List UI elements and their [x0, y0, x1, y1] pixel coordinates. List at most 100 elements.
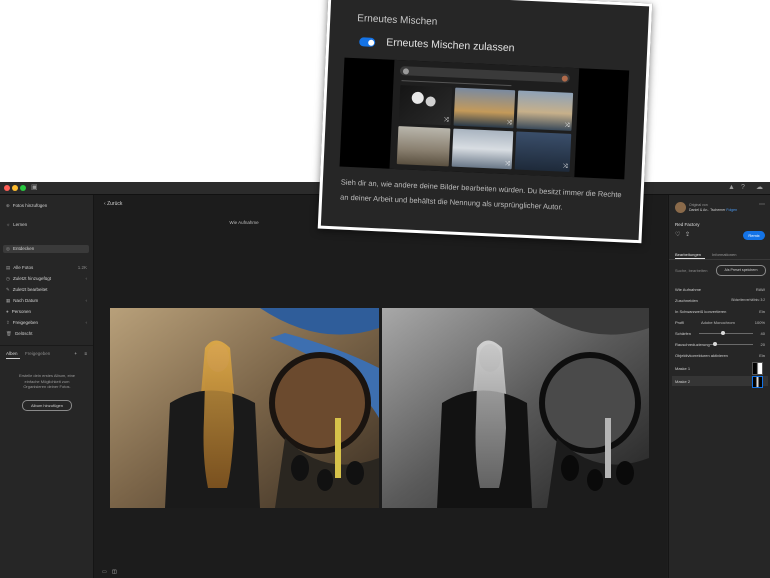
sidebar-item-shared[interactable]: ⇪ Freigegeben: [6, 320, 38, 326]
add-photos-button[interactable]: ⊕ Fotos hinzufügen: [6, 203, 47, 209]
preview-search-icon: [402, 67, 410, 75]
edit-row-value: Ein: [759, 353, 765, 358]
search-input[interactable]: Suche, bearbeiten: [675, 268, 707, 273]
edit-row-value: RAW: [755, 287, 765, 292]
albums-empty-text: Erstelle dein erstes Album, eine einfach…: [18, 373, 76, 389]
sidebar-item-learn[interactable]: ☼ Lernen: [6, 222, 27, 227]
preview-avatar: [561, 74, 568, 82]
tab-info[interactable]: Informationen: [712, 252, 736, 257]
profile-amount: 100%: [754, 320, 765, 325]
sidebar-item-by-date[interactable]: ▦ Nach Datum: [6, 298, 38, 304]
save-preset-button[interactable]: Als Preset speichern: [716, 265, 766, 276]
popup-description: Sieh dir an, wie andere deine Bilder bea…: [339, 177, 622, 212]
app-window: ▣ ▲ ? ☁ ⊕ Fotos hinzufügen ☼ Lernen ◎ Entde…: [0, 182, 770, 578]
sort-icon[interactable]: ≡: [84, 351, 87, 356]
help-icon[interactable]: ?: [741, 184, 745, 192]
add-album-icon[interactable]: +: [74, 351, 77, 356]
edit-row-value: Ein: [759, 309, 765, 314]
edit-row-value: Adobe Monochrom: [701, 320, 735, 325]
all-photos-count: 1.2K: [77, 265, 87, 270]
maximize-window-button[interactable]: [20, 185, 26, 191]
chevron-left-icon[interactable]: ‹: [86, 298, 88, 303]
edit-row-value: 40: [760, 331, 765, 336]
sidebar-item-recently-edited[interactable]: ✎ Zuletzt bearbeitet: [6, 287, 48, 293]
mask-row[interactable]: Maske 1: [675, 366, 690, 371]
calendar-icon: ▦: [6, 298, 11, 303]
remix-button[interactable]: Remix: [743, 231, 765, 240]
mask-thumbnail[interactable]: [752, 376, 763, 388]
preview-thumb-coast: [396, 126, 451, 167]
sidebar-item-discover[interactable]: ◎ Entdecken: [6, 246, 34, 252]
bw-photo-graphic: [382, 308, 649, 508]
avatar: [675, 202, 686, 213]
edit-row-label: In Schwarzweiß konvertieren: [675, 309, 727, 314]
dandelion-shape: [425, 96, 436, 107]
shuffle-icon: ⤨: [506, 120, 512, 127]
original-by-label: Original von: [689, 203, 708, 207]
share-icon[interactable]: ⇪: [685, 231, 690, 238]
original-photo: [110, 308, 379, 508]
chevron-left-icon[interactable]: ‹: [86, 320, 88, 325]
sidebar-item-recently-added[interactable]: ◷ Zuletzt hinzugefügt: [6, 276, 51, 282]
tab-shared-albums[interactable]: Freigegeben: [25, 351, 50, 356]
noise-slider-handle[interactable]: [713, 342, 717, 346]
back-button[interactable]: ‹ Zurück: [104, 201, 122, 207]
left-sidebar: ⊕ Fotos hinzufügen ☼ Lernen ◎ Entdecken ▤ Al…: [0, 195, 94, 578]
cloud-icon[interactable]: ☁: [756, 184, 763, 192]
tab-albums[interactable]: Alben: [6, 351, 18, 356]
single-view-icon[interactable]: ▭: [102, 569, 107, 575]
close-window-button[interactable]: [4, 185, 10, 191]
photo-name: Red Factory: [675, 222, 700, 227]
follow-link[interactable]: Folgen: [726, 208, 737, 212]
edit-row-label: Wie Aufnahme: [675, 287, 702, 292]
edit-icon: ✎: [6, 287, 10, 292]
allow-remix-label: Erneutes Mischen zulassen: [385, 36, 515, 55]
noise-slider[interactable]: [703, 344, 753, 345]
bulb-icon: ☼: [6, 222, 11, 227]
center-view: ‹ Zurück Wie Aufnahme ▭ ◫: [94, 195, 667, 578]
panel-toggle-icon[interactable]: ▣: [31, 184, 38, 192]
allow-remix-toggle[interactable]: [359, 37, 376, 47]
preview-thumb-bridge: ⤨: [453, 87, 516, 129]
preview-thumb-fog: ⤨: [451, 128, 514, 170]
tab-edits[interactable]: Bearbeitungen: [675, 252, 701, 257]
preview-thumb-forest: ⤨: [514, 131, 572, 172]
heart-icon[interactable]: ♡: [675, 231, 680, 238]
mask-row[interactable]: Maske 2: [675, 379, 690, 384]
divider: [669, 259, 770, 260]
minimize-window-button[interactable]: [12, 185, 18, 191]
bell-icon[interactable]: ▲: [728, 184, 735, 192]
sidebar-item-all-photos[interactable]: ▤ Alle Fotos: [6, 265, 33, 271]
edit-row-label: Schärfen: [675, 331, 692, 336]
more-icon[interactable]: ⋯: [759, 201, 765, 208]
clock-icon: ◷: [6, 276, 10, 281]
remix-preview-image: ⤨ ⤨ ⤨ ⤨ ⤨: [339, 57, 630, 180]
photos-icon: ▤: [6, 265, 11, 270]
divider: [0, 345, 93, 346]
compass-icon: ◎: [6, 246, 10, 251]
chevron-left-icon[interactable]: ‹: [86, 276, 88, 281]
edit-row-label: Profil: [675, 320, 685, 325]
toggle-knob: [367, 39, 374, 46]
active-tab-underline: [6, 358, 20, 359]
remixed-photo: [382, 308, 649, 508]
dandelion-shape: [411, 91, 425, 105]
sidebar-item-people[interactable]: ● Personen: [6, 309, 31, 314]
sharpen-slider-handle[interactable]: [721, 331, 725, 335]
edit-row-label: Objektivkorrekturen aktivieren: [675, 353, 728, 358]
edit-row-value: 20: [760, 342, 765, 347]
share-icon: ⇪: [6, 320, 10, 325]
shuffle-icon: ⤨: [564, 122, 570, 129]
person-icon: ●: [6, 309, 9, 314]
author-name: Daniel & An.. Tschemer Folgen: [689, 208, 738, 212]
sharpen-slider[interactable]: [699, 333, 753, 334]
shuffle-icon: ⤨: [504, 160, 510, 168]
sidebar-item-deleted[interactable]: 🗑 Gelöscht: [6, 331, 32, 337]
shuffle-icon: ⤨: [562, 163, 568, 170]
mask-thumbnail[interactable]: [752, 362, 763, 375]
compare-view-icon[interactable]: ◫: [112, 569, 117, 575]
trash-icon: 🗑: [6, 331, 12, 336]
edit-row-label: Zuschneiden: [675, 298, 698, 303]
add-album-button[interactable]: Album hinzufügen: [22, 400, 72, 411]
preview-thumb-mountains: ⤨: [516, 90, 574, 131]
